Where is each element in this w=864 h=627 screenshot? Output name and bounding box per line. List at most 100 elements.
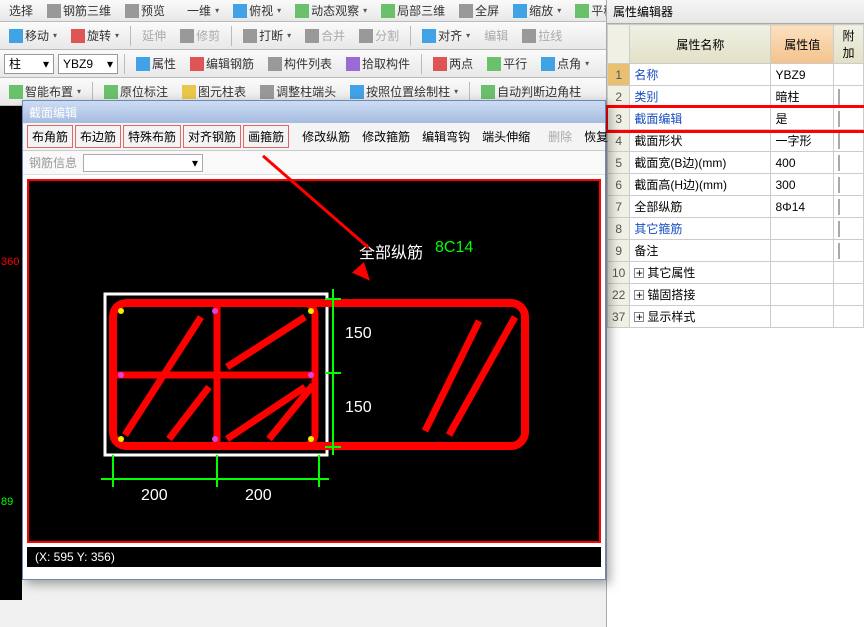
main-canvas-sliver: 360 89 — [0, 106, 22, 600]
line-icon — [522, 29, 536, 43]
property-panel: 属性编辑器 属性名称 属性值 附加 1名称YBZ92类别暗柱3截面编辑是4截面形… — [606, 0, 864, 627]
split-icon — [359, 29, 373, 43]
table-row[interactable]: 22+锚固搭接 — [608, 284, 864, 306]
btn-rotate[interactable]: 旋转 — [66, 24, 124, 47]
btn-edit[interactable]: 编辑 — [479, 24, 513, 47]
btn-break[interactable]: 打断 — [238, 24, 296, 47]
toolbar-row-1: 移动 旋转 延伸 修剪 打断 合并 分割 对齐 编辑 拉线 — [0, 22, 606, 50]
adjust-icon — [260, 85, 274, 99]
btn-componentlist[interactable]: 构件列表 — [263, 52, 337, 75]
btn-align[interactable]: 对齐 — [417, 24, 475, 47]
tag-icon — [104, 85, 118, 99]
separator — [469, 82, 470, 102]
btn-pullline[interactable]: 拉线 — [517, 24, 567, 47]
dlg-btn-4[interactable]: 画箍筋 — [243, 125, 289, 148]
checkbox-icon — [838, 133, 840, 149]
btn-1d[interactable]: 一维 — [182, 0, 224, 22]
property-grid: 属性名称 属性值 附加 1名称YBZ92类别暗柱3截面编辑是4截面形状一字形5截… — [607, 24, 864, 328]
table-row[interactable]: 4截面形状一字形 — [608, 130, 864, 152]
dlg-btn-3[interactable]: 对齐钢筋 — [183, 125, 241, 148]
table-row[interactable]: 6截面高(H边)(mm)300 — [608, 174, 864, 196]
table-row[interactable]: 37+显示样式 — [608, 306, 864, 328]
dim-horz-1: 200 — [141, 487, 168, 505]
table-row[interactable]: 1名称YBZ9 — [608, 64, 864, 86]
dim-vert-1: 150 — [345, 325, 372, 343]
list-icon — [268, 57, 282, 71]
dlg-btn-9: 删除 — [543, 125, 577, 148]
table-row[interactable]: 2类别暗柱 — [608, 86, 864, 108]
btn-move[interactable]: 移动 — [4, 24, 62, 47]
btn-rebar3d[interactable]: 钢筋三维 — [42, 0, 116, 22]
table-row[interactable]: 5截面宽(B边)(mm)400 — [608, 152, 864, 174]
table-row[interactable]: 8其它箍筋 — [608, 218, 864, 240]
dialog-toolbar: 布角筋布边筋特殊布筋对齐钢筋画箍筋修改纵筋修改箍筋编辑弯钩端头伸缩删除恢复 — [23, 123, 605, 151]
section-drawing — [29, 181, 601, 541]
btn-split[interactable]: 分割 — [354, 24, 404, 47]
fullscreen-icon — [459, 4, 473, 18]
join-icon — [305, 29, 319, 43]
section-edit-dialog: 截面编辑 布角筋布边筋特殊布筋对齐钢筋画箍筋修改纵筋修改箍筋编辑弯钩端头伸缩删除… — [22, 100, 606, 580]
separator — [410, 26, 411, 46]
pipette-icon — [346, 57, 360, 71]
rebar-info-dropdown[interactable]: ▾ — [83, 154, 203, 172]
toolbar-row-0: 选择 钢筋三维 预览 一维 俯视 动态观察 局部三维 全屏 缩放 平移 屏幕旋转… — [0, 0, 606, 22]
dlg-btn-10[interactable]: 恢复 — [579, 125, 613, 148]
scissors-icon — [180, 29, 194, 43]
dlg-btn-2[interactable]: 特殊布筋 — [123, 125, 181, 148]
btn-2pt[interactable]: 两点 — [428, 52, 478, 75]
btn-select[interactable]: 选择 — [4, 0, 38, 22]
table-row[interactable]: 7全部纵筋8Φ14 — [608, 196, 864, 218]
btn-pick[interactable]: 拾取构件 — [341, 52, 415, 75]
btn-trim[interactable]: 修剪 — [175, 24, 225, 47]
separator — [130, 26, 131, 46]
axis-label: 89 — [1, 496, 13, 508]
axis-label: 360 — [1, 256, 19, 268]
checkbox-icon — [838, 199, 840, 215]
btn-editrebar[interactable]: 编辑钢筋 — [185, 52, 259, 75]
grid-icon — [9, 85, 23, 99]
break-icon — [243, 29, 257, 43]
checkbox-icon — [838, 177, 840, 193]
dialog-title-text: 截面编辑 — [29, 104, 77, 121]
btn-orbit[interactable]: 动态观察 — [290, 0, 372, 22]
separator — [231, 26, 232, 46]
btn-parallel[interactable]: 平行 — [482, 52, 532, 75]
btn-fullscreen[interactable]: 全屏 — [454, 0, 504, 22]
cube-icon — [47, 4, 61, 18]
column-dropdown[interactable]: 柱▾ — [4, 54, 54, 74]
separator — [124, 54, 125, 74]
btn-pointangle[interactable]: 点角 — [536, 52, 594, 75]
col-name: 属性名称 — [630, 25, 771, 64]
btn-attribute[interactable]: 属性 — [131, 52, 181, 75]
pan-icon — [575, 4, 589, 18]
section-canvas[interactable]: 全部纵筋 8C14 — [27, 179, 601, 543]
dlg-btn-6[interactable]: 修改箍筋 — [357, 125, 415, 148]
crop-icon — [381, 4, 395, 18]
dlg-btn-1[interactable]: 布边筋 — [75, 125, 121, 148]
table-icon — [182, 85, 196, 99]
table-row[interactable]: 10+其它属性 — [608, 262, 864, 284]
angle-icon — [541, 57, 555, 71]
twopoint-icon — [433, 57, 447, 71]
dlg-btn-5[interactable]: 修改纵筋 — [297, 125, 355, 148]
separator — [421, 54, 422, 74]
btn-join[interactable]: 合并 — [300, 24, 350, 47]
checkbox-icon — [838, 89, 840, 105]
dlg-btn-0[interactable]: 布角筋 — [27, 125, 73, 148]
orbit-icon — [295, 4, 309, 18]
table-row[interactable]: 9备注 — [608, 240, 864, 262]
dim-horz-2: 200 — [245, 487, 272, 505]
btn-topview[interactable]: 俯视 — [228, 0, 286, 22]
dlg-btn-8[interactable]: 端头伸缩 — [477, 125, 535, 148]
table-row[interactable]: 3截面编辑是 — [608, 108, 864, 130]
checkbox-icon — [838, 155, 840, 171]
btn-zoom[interactable]: 缩放 — [508, 0, 566, 22]
ybz-dropdown[interactable]: YBZ9▾ — [58, 54, 118, 74]
dialog-titlebar[interactable]: 截面编辑 — [23, 101, 605, 123]
btn-preview[interactable]: 预览 — [120, 0, 170, 22]
checkbox-icon — [838, 243, 840, 259]
dlg-btn-7[interactable]: 编辑弯钩 — [417, 125, 475, 148]
btn-extend[interactable]: 延伸 — [137, 24, 171, 47]
rebar-info-label: 钢筋信息 — [29, 154, 77, 171]
btn-local3d[interactable]: 局部三维 — [376, 0, 450, 22]
